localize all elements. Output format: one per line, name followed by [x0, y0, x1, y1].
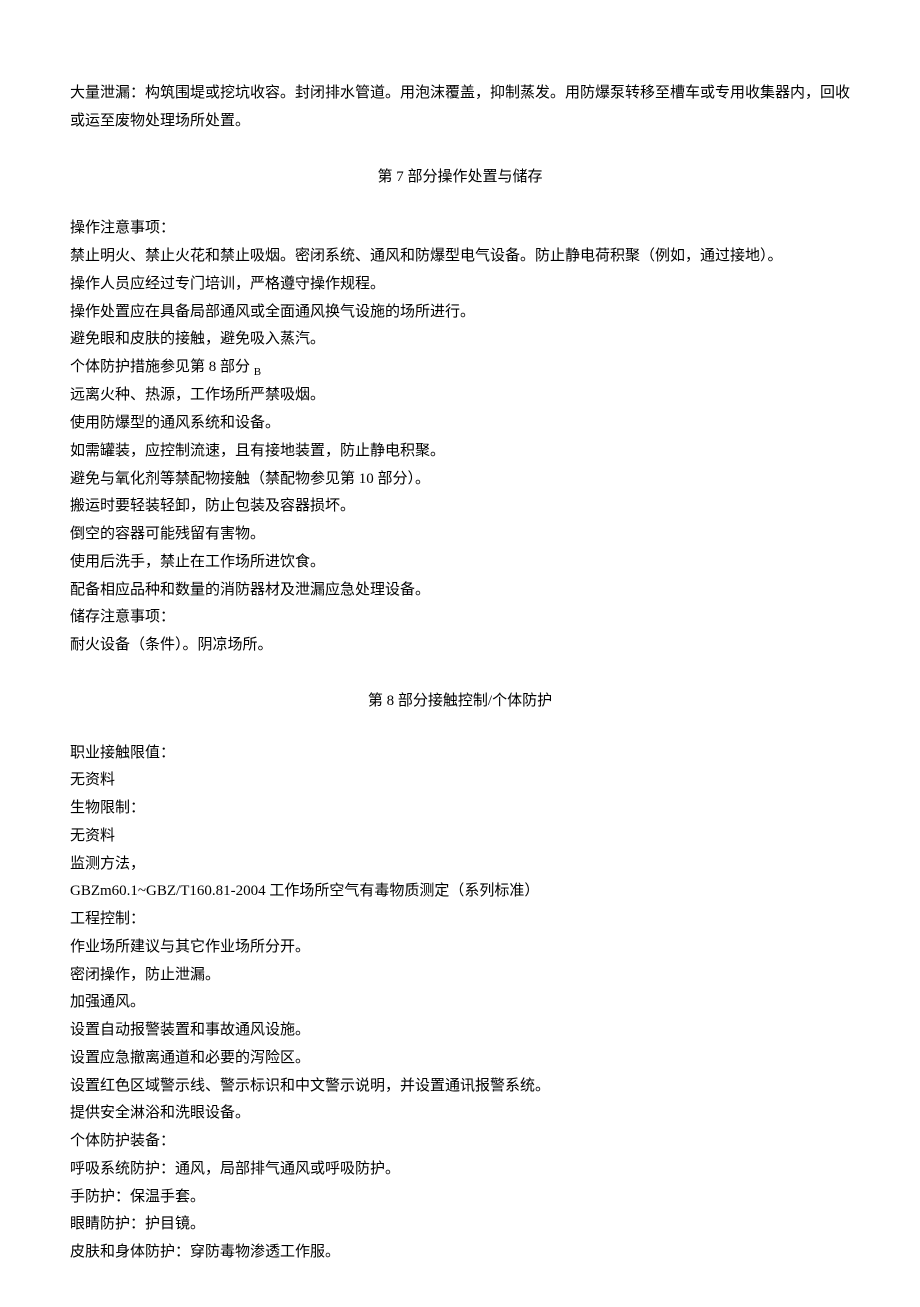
s7-line: 耐火设备（条件）。阴凉场所。: [70, 632, 850, 660]
intro-paragraph: 大量泄漏：构筑围堤或挖坑收容。封闭排水管道。用泡沫覆盖，抑制蒸发。用防爆泵转移至…: [70, 80, 850, 136]
s8-line: 无资料: [70, 823, 850, 851]
s8-line: 监测方法，: [70, 851, 850, 879]
s8-line: 皮肤和身体防护：穿防毒物渗透工作服。: [70, 1239, 850, 1267]
s7-line: 储存注意事项：: [70, 604, 850, 632]
s7-line: 配备相应品种和数量的消防器材及泄漏应急处理设备。: [70, 577, 850, 605]
s8-line: 提供安全淋浴和洗眼设备。: [70, 1100, 850, 1128]
s8-line: 设置自动报警装置和事故通风设施。: [70, 1017, 850, 1045]
s7-line: 避免与氧化剂等禁配物接触（禁配物参见第 10 部分）。: [70, 466, 850, 494]
s8-line: 眼睛防护：护目镜。: [70, 1211, 850, 1239]
s7-line: 操作注意事项：: [70, 215, 850, 243]
s7-sub-prefix: 个体防护措施参见第 8 部分: [70, 359, 254, 375]
s8-line: 生物限制：: [70, 795, 850, 823]
s7-line: 远离火种、热源，工作场所严禁吸烟。: [70, 382, 850, 410]
s8-line: 无资料: [70, 767, 850, 795]
s8-line: 工程控制：: [70, 906, 850, 934]
s8-line: GBZm60.1~GBZ/T160.81-2004 工作场所空气有毒物质测定（系…: [70, 878, 850, 906]
s7-sub-b: B: [254, 366, 261, 378]
s8-line: 设置红色区域警示线、警示标识和中文警示说明，并设置通讯报警系统。: [70, 1073, 850, 1101]
s8-line: 设置应急撤离通道和必要的泻险区。: [70, 1045, 850, 1073]
s8-line: 个体防护装备：: [70, 1128, 850, 1156]
s8-line: 呼吸系统防护：通风，局部排气通风或呼吸防护。: [70, 1156, 850, 1184]
s8-line: 作业场所建议与其它作业场所分开。: [70, 934, 850, 962]
s8-line: 密闭操作，防止泄漏。: [70, 962, 850, 990]
s8-line: 职业接触限值：: [70, 740, 850, 768]
s7-line: 使用后洗手，禁止在工作场所进饮食。: [70, 549, 850, 577]
s7-line: 倒空的容器可能残留有害物。: [70, 521, 850, 549]
s7-line: 操作处置应在具备局部通风或全面通风换气设施的场所进行。: [70, 299, 850, 327]
section-7-heading: 第 7 部分操作处置与储存: [70, 164, 850, 192]
s7-line-with-sub: 个体防护措施参见第 8 部分 B: [70, 354, 850, 382]
s7-line: 避免眼和皮肤的接触，避免吸入蒸汽。: [70, 326, 850, 354]
section-8-heading: 第 8 部分接触控制/个体防护: [70, 688, 850, 716]
s7-line: 如需罐装，应控制流速，且有接地装置，防止静电积聚。: [70, 438, 850, 466]
s8-line: 加强通风。: [70, 989, 850, 1017]
s7-line: 操作人员应经过专门培训，严格遵守操作规程。: [70, 271, 850, 299]
s8-line: 手防护：保温手套。: [70, 1184, 850, 1212]
s7-line: 使用防爆型的通风系统和设备。: [70, 410, 850, 438]
s7-line: 搬运时要轻装轻卸，防止包装及容器损坏。: [70, 493, 850, 521]
s7-line: 禁止明火、禁止火花和禁止吸烟。密闭系统、通风和防爆型电气设备。防止静电荷积聚（例…: [70, 243, 850, 271]
